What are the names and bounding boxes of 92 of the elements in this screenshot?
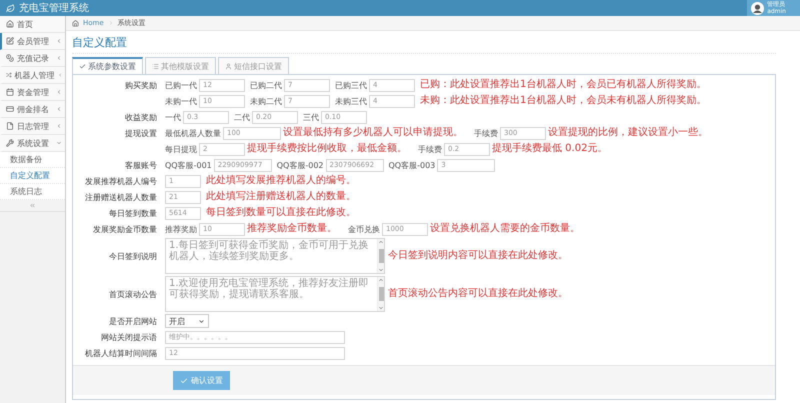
field-label: 三代: [303, 112, 319, 122]
caret-icon: [198, 318, 205, 324]
sidebar-item[interactable]: 机器人管理: [0, 67, 65, 84]
field-label: 一代: [165, 112, 181, 122]
sidebar-item[interactable]: 会员管理: [0, 33, 65, 50]
leaf-icon: [6, 4, 15, 12]
check-icon: [180, 376, 188, 384]
text-area[interactable]: 1.每日签到可获得金币奖励，金币可用于兑换机器人，连续签到奖励更多。: [165, 238, 385, 274]
page-title: 自定义配置: [72, 33, 776, 54]
field-label: 首页滚动公告: [108, 288, 158, 300]
sidebar-item[interactable]: 日志管理: [0, 118, 65, 135]
calendar-icon: [6, 88, 14, 96]
field-label: 手续费: [474, 128, 498, 138]
caret-icon: [58, 72, 62, 78]
field-label: 最低机器人数量: [165, 128, 221, 138]
field-label: 已购二代: [250, 80, 282, 90]
text-area[interactable]: 1.欢迎使用充电宝管理系统，推荐好友注册即可获得奖励，提现请联系客服。: [165, 276, 385, 312]
double-chevron-icon: [29, 202, 36, 209]
submit-button[interactable]: 确认设置: [173, 371, 230, 390]
field-label: 未购三代: [335, 96, 367, 106]
field-label: 发展奖励金币数量: [92, 224, 158, 234]
field-label: 购买奖励: [124, 80, 158, 90]
sidebar-item[interactable]: 首页: [0, 16, 65, 33]
field-label: 网站关闭提示语: [100, 332, 158, 342]
field-label: QQ客服-001: [165, 160, 212, 170]
hint-text: 设置提现的比例，建议设置小一些。: [548, 127, 708, 139]
list-icon: [152, 62, 159, 70]
home-icon: [6, 20, 14, 28]
scroll-up-icon: [378, 277, 384, 283]
shuffle-icon: [6, 71, 12, 79]
field-label: 收益奖励: [124, 112, 158, 122]
field-label: 已购三代: [335, 80, 367, 90]
tab[interactable]: 其他模版设置: [145, 57, 216, 75]
user-icon: [225, 62, 232, 70]
tab[interactable]: 系统参数设置: [72, 57, 143, 75]
field-label: 每日签到数量: [108, 208, 158, 218]
caret-icon: [56, 106, 62, 112]
sidebar-subitem[interactable]: 系统日志: [0, 184, 65, 200]
caret-icon: [56, 38, 62, 44]
chevron-icon: [108, 20, 114, 26]
wrench-icon: [6, 139, 14, 147]
hint-text: 提现手续费最低 0.02元。: [492, 143, 608, 155]
hint-text: 今日签到说明内容可以直接在此处修改。: [388, 250, 568, 262]
caret-icon: [56, 55, 62, 61]
field-label: 未购一代: [165, 96, 197, 106]
field-label: 注册赠送机器人数量: [84, 192, 158, 202]
app-title: 充电宝管理系统: [19, 2, 89, 15]
field-label: 二代: [234, 112, 250, 122]
field-label: 客服账号: [124, 160, 158, 170]
sidebar-subitem[interactable]: 数据备份: [0, 152, 65, 168]
sidebar-item[interactable]: 充值记录: [0, 50, 65, 67]
scroll-down-icon: [378, 267, 384, 273]
hint-text: 此处填写注册赠送机器人的数量。: [206, 191, 356, 203]
field-label: 机器人结算时间间隔: [84, 348, 158, 358]
check-icon: [79, 63, 86, 70]
field-label: 今日签到说明: [108, 250, 158, 262]
tab[interactable]: 短信接口设置: [218, 57, 289, 75]
field-label: 推荐奖励: [165, 224, 197, 234]
field-label: 金币兑换: [348, 224, 380, 234]
field-label: 手续费: [418, 144, 442, 154]
hint-text: 每日签到数量可以直接在此修改。: [206, 207, 356, 219]
field-label: QQ客服-002: [276, 160, 324, 170]
edit-icon: [6, 37, 14, 45]
scroll-down-icon: [378, 305, 384, 311]
card-icon: [6, 105, 14, 113]
field-label: 未购二代: [250, 96, 282, 106]
home-icon: [72, 20, 79, 26]
hint-text: 已购：此处设置推荐出1台机器人时，会员已有机器人所得奖励。: [420, 79, 706, 91]
hint-text: 提现手续费按比例收取，最低金额。: [247, 143, 407, 155]
caret-icon: [56, 123, 62, 129]
caret-icon: [56, 89, 62, 95]
field-label: 已购一代: [165, 80, 197, 90]
field-label: 每日提现: [165, 144, 197, 154]
sidebar-subitem[interactable]: 自定义配置: [0, 168, 65, 184]
select-field[interactable]: 开启: [165, 314, 209, 328]
hint-text: 未购：此处设置推荐出1台机器人时，会员未有机器人所得奖励。: [420, 95, 706, 107]
field-label: 发展推荐机器人编号: [84, 176, 158, 186]
hint-text: 首页滚动公告内容可以直接在此处修改。: [388, 288, 568, 300]
caret-icon: [56, 140, 62, 146]
field-label: 是否开启网站: [108, 316, 158, 326]
hint-text: 设置兑换机器人需要的金币数量。: [430, 223, 580, 235]
hint-text: 设置最低持有多少机器人可以申请提现。: [283, 127, 463, 139]
scroll-up-icon: [378, 239, 384, 245]
hint-text: 此处填写发展推荐机器人的编号。: [206, 175, 356, 187]
sidebar-item[interactable]: 资金管理: [0, 84, 65, 101]
field-label: QQ客服-003: [388, 160, 436, 170]
coins-icon: [6, 54, 14, 62]
sidebar-item[interactable]: 佣金排名: [0, 101, 65, 118]
hint-text: 推荐奖励金币数量。: [247, 223, 337, 235]
file-icon: [6, 122, 14, 130]
field-label: 提现设置: [124, 128, 158, 138]
sidebar-item[interactable]: 系统设置: [0, 135, 65, 152]
